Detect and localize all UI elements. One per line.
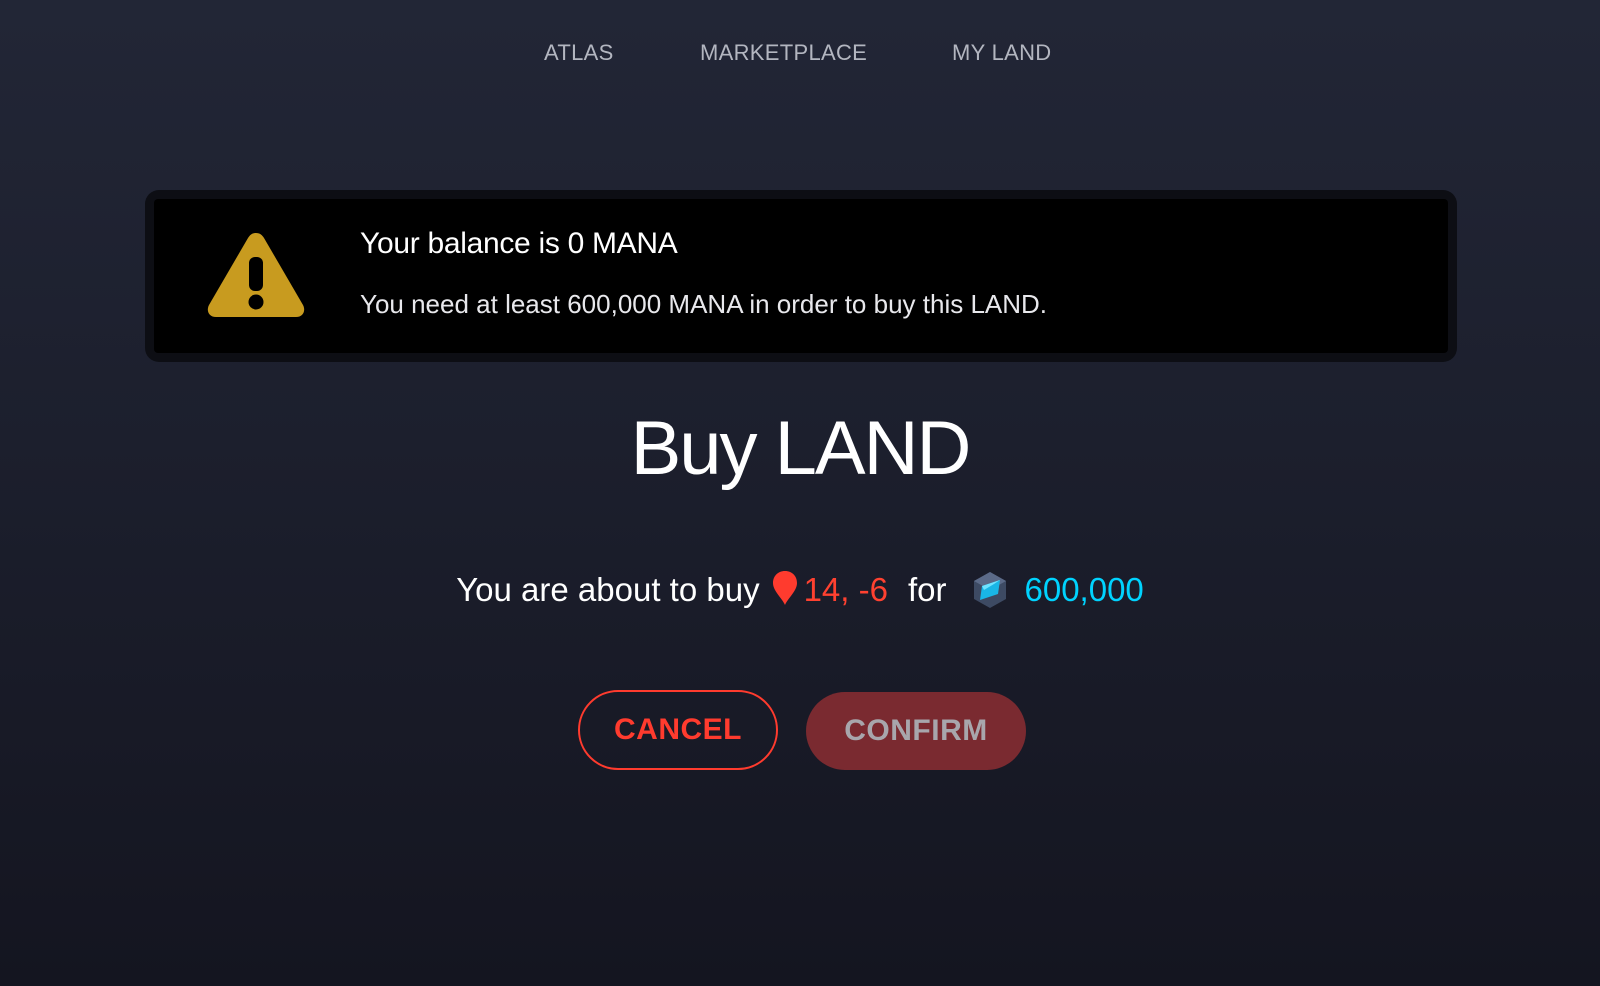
summary-connector: for — [907, 571, 947, 608]
parcel-coordinates: 14, -6 — [803, 571, 888, 608]
alert-message: You need at least 600,000 MANA in order … — [360, 289, 1048, 319]
price-amount: 600,000 — [1024, 571, 1144, 608]
balance-alert-body: Your balance is 0 MANA You need at least… — [154, 199, 1448, 353]
summary-prefix: You are about to buy — [456, 571, 760, 608]
nav-item-my-land[interactable]: MY LAND — [952, 40, 1052, 66]
nav-item-atlas[interactable]: ATLAS — [544, 40, 614, 66]
page-title: Buy LAND — [630, 406, 972, 491]
confirm-button[interactable]: CONFIRM — [806, 692, 1026, 770]
top-nav: ATLAS MARKETPLACE MY LAND — [0, 40, 1600, 80]
balance-alert: Your balance is 0 MANA You need at least… — [145, 190, 1457, 362]
cancel-button[interactable]: CANCEL — [578, 690, 778, 770]
alert-title: Your balance is 0 MANA — [360, 227, 678, 260]
nav-item-marketplace[interactable]: MARKETPLACE — [700, 40, 867, 66]
warning-icon — [207, 233, 305, 317]
mana-icon — [974, 572, 1007, 608]
location-pin-icon — [772, 571, 797, 605]
purchase-summary: You are about to buy 14, -6 for 600,000 — [0, 570, 1600, 610]
